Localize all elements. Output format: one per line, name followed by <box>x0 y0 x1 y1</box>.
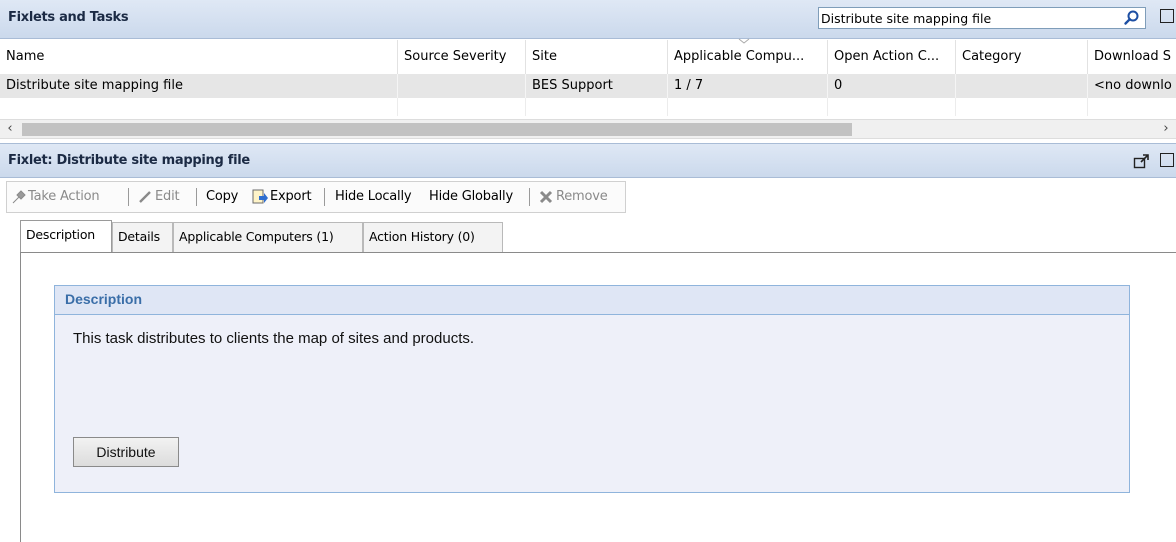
export-button[interactable]: Export <box>270 182 312 212</box>
fixlets-table: Name Source Severity Site Applicable Com… <box>0 38 1176 122</box>
copy-button[interactable]: Copy <box>206 182 238 212</box>
cell-open-action-count[interactable]: 0 <box>828 74 956 98</box>
toolbar-divider <box>324 188 325 206</box>
remove-icon <box>539 190 553 204</box>
edit-icon <box>139 191 151 203</box>
toolbar-divider <box>529 188 530 206</box>
popout-icon[interactable] <box>1133 153 1151 169</box>
empty-cell <box>398 98 526 116</box>
empty-cell <box>668 98 828 116</box>
description-heading: Description <box>65 291 143 307</box>
take-action-icon <box>12 190 26 204</box>
hide-locally-button[interactable]: Hide Locally <box>335 182 412 212</box>
column-header-site[interactable]: Site <box>526 40 668 74</box>
search-field[interactable] <box>818 7 1146 29</box>
toolbar-divider <box>196 188 197 206</box>
cell-source-severity[interactable] <box>398 74 526 98</box>
panel-title: Fixlets and Tasks <box>8 10 129 25</box>
remove-button[interactable]: Remove <box>556 182 608 212</box>
scroll-left-icon[interactable]: ‹ <box>2 121 18 137</box>
column-header-name[interactable]: Name <box>0 40 398 74</box>
empty-cell <box>828 98 956 116</box>
tab-action-history[interactable]: Action History (0) <box>363 222 503 252</box>
cell-category[interactable] <box>956 74 1088 98</box>
column-header-category[interactable]: Category <box>956 40 1088 74</box>
take-action-button[interactable]: Take Action <box>28 182 100 212</box>
tab-details[interactable]: Details <box>112 222 173 252</box>
cell-name[interactable]: Distribute site mapping file <box>0 74 398 98</box>
tab-applicable-computers[interactable]: Applicable Computers (1) <box>173 222 363 252</box>
empty-cell <box>956 98 1088 116</box>
hide-globally-button[interactable]: Hide Globally <box>429 182 513 212</box>
column-header-download-size[interactable]: Download S <box>1088 40 1176 74</box>
distribute-button[interactable]: Distribute <box>73 437 179 467</box>
scroll-right-icon[interactable]: › <box>1158 121 1174 137</box>
cell-download-size[interactable]: <no downlo <box>1088 74 1176 98</box>
fixlet-panel-header: Fixlet: Distribute site mapping file <box>0 143 1176 178</box>
fixlet-title: Fixlet: Distribute site mapping file <box>8 153 250 168</box>
column-header-source-severity[interactable]: Source Severity <box>398 40 526 74</box>
maximize-icon[interactable] <box>1160 9 1174 23</box>
tab-description[interactable]: Description <box>20 220 112 252</box>
search-icon[interactable] <box>1119 8 1143 28</box>
fixlet-toolbar: Take Action Edit Copy Export Hide Locall… <box>6 181 626 213</box>
description-header: Description <box>55 286 1129 315</box>
column-header-applicable-computers[interactable]: Applicable Compu... <box>668 40 828 74</box>
cell-site[interactable]: BES Support <box>526 74 668 98</box>
empty-cell <box>526 98 668 116</box>
fixlets-tasks-header: Fixlets and Tasks <box>0 0 1176 39</box>
edit-button[interactable]: Edit <box>155 182 180 212</box>
export-icon <box>252 189 268 204</box>
description-text: This task distributes to clients the map… <box>73 330 475 347</box>
description-section: Description This task distributes to cli… <box>54 285 1130 493</box>
sort-indicator-icon <box>738 38 750 44</box>
horizontal-scrollbar[interactable]: ‹ › <box>0 119 1176 139</box>
maximize-icon[interactable] <box>1160 153 1174 167</box>
search-input[interactable] <box>821 9 1116 27</box>
toolbar-divider <box>128 188 129 206</box>
cell-applicable-computers[interactable]: 1 / 7 <box>668 74 828 98</box>
column-header-open-action-count[interactable]: Open Action C... <box>828 40 956 74</box>
empty-cell <box>0 98 398 116</box>
scrollbar-thumb[interactable] <box>22 123 852 136</box>
